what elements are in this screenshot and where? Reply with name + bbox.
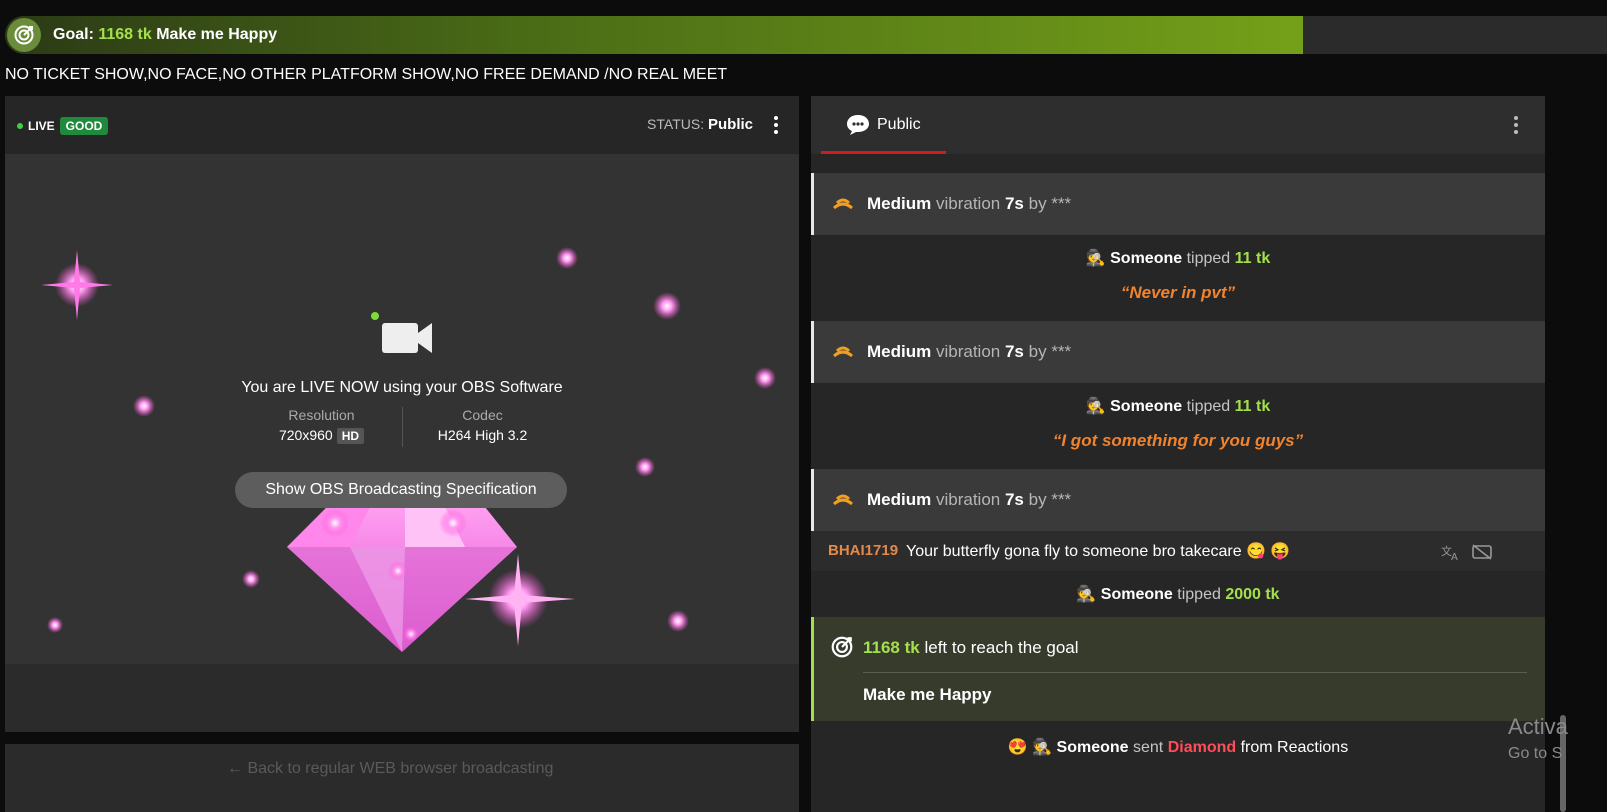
- chat-message: BHAI1719 Your butterfly gona fly to some…: [811, 531, 1545, 571]
- goal-left-title: Make me Happy: [863, 685, 992, 704]
- chat-header: Public: [811, 96, 1545, 154]
- resolution-value: 720x960: [278, 427, 333, 443]
- back-to-web-link[interactable]: ← Back to regular WEB browser broadcasti…: [227, 760, 553, 778]
- vibration-event: Medium vibration 7s by ***: [811, 173, 1545, 235]
- tip-quote: “Never in pvt”: [1120, 283, 1236, 302]
- codec-value: H264 High 3.2: [437, 427, 528, 443]
- target-icon: [7, 18, 41, 52]
- message-username[interactable]: BHAI1719: [828, 542, 898, 559]
- back-bar: ← Back to regular WEB browser broadcasti…: [5, 744, 799, 812]
- status-label: STATUS:: [647, 116, 705, 132]
- svg-text:A: A: [1451, 552, 1458, 561]
- camera-icon: [368, 309, 438, 364]
- hide-message-icon[interactable]: [1471, 543, 1493, 561]
- heart-eyes-emoji-icon: 😍: [1007, 739, 1028, 756]
- tab-public-label: Public: [877, 116, 921, 133]
- stage-footer: [5, 664, 799, 732]
- vibration-event: Medium vibration 7s by ***: [811, 469, 1545, 531]
- goal-title: Make me Happy: [156, 26, 278, 43]
- tip-quote: “I got something for you guys”: [1052, 431, 1304, 450]
- spy-icon: 🕵: [1032, 739, 1053, 756]
- back-link-label: Back to regular WEB browser broadcasting: [247, 760, 554, 777]
- video-stage: You are LIVE NOW using your OBS Software…: [5, 154, 799, 664]
- broadcast-header: LIVE GOOD STATUS: Public: [5, 96, 799, 154]
- live-message: You are LIVE NOW using your OBS Software: [241, 379, 563, 396]
- quality-badge: GOOD: [59, 117, 109, 135]
- chat-panel: Public Medium vibration 7s by *** 🕵 Some…: [811, 96, 1545, 812]
- room-notice: NO TICKET SHOW,NO FACE,NO OTHER PLATFORM…: [5, 66, 728, 83]
- resolution-label: Resolution: [288, 407, 355, 423]
- stream-status: STATUS: Public: [647, 116, 753, 133]
- codec-label: Codec: [462, 407, 503, 423]
- chat-bubble-icon: [847, 115, 869, 135]
- tab-public[interactable]: Public: [821, 96, 946, 154]
- vibration-wave-icon: [833, 346, 853, 358]
- broadcast-panel: LIVE GOOD STATUS: Public You are LIVE NO…: [5, 96, 799, 732]
- chat-menu-icon[interactable]: [1513, 115, 1519, 135]
- goal-status-event: 1168 tk left to reach the goal Make me H…: [811, 617, 1545, 721]
- goal-amount: 1168 tk: [98, 26, 152, 43]
- goal-label: Goal:: [53, 26, 94, 43]
- vibration-wave-icon: [833, 198, 853, 210]
- hd-badge: HD: [336, 428, 365, 444]
- codec-spec: Codec H264 High 3.2: [403, 407, 563, 447]
- broadcast-menu-icon[interactable]: [773, 116, 779, 134]
- reaction-event: 😍 🕵 Someone sent Diamond from Reactions: [811, 721, 1545, 777]
- tip-event: 🕵 Someone tipped 2000 tk: [811, 571, 1545, 617]
- spy-icon: 🕵: [1076, 586, 1097, 603]
- goal-left-text: left to reach the goal: [924, 638, 1079, 657]
- tab-active-underline: [821, 151, 946, 154]
- target-icon: [831, 636, 853, 658]
- activation-watermark: Activa: [1508, 714, 1568, 739]
- live-indicator: LIVE GOOD: [17, 117, 109, 135]
- activation-watermark-sub: Go to S: [1508, 745, 1563, 762]
- reaction-item: Diamond: [1167, 739, 1237, 756]
- live-label: LIVE: [28, 119, 55, 133]
- vibration-wave-icon: [833, 494, 853, 506]
- spy-icon: 🕵: [1085, 398, 1106, 415]
- goal-text: Goal: 1168 tk Make me Happy: [53, 26, 277, 44]
- translate-icon[interactable]: 文A: [1441, 543, 1461, 561]
- tip-event: 🕵 Someone tipped 11 tk “Never in pvt”: [811, 235, 1545, 321]
- stream-specs: Resolution 720x960 HD Codec H264 High 3.2: [5, 407, 799, 447]
- goal-progress-bar: Goal: 1168 tk Make me Happy: [5, 16, 1607, 54]
- message-text: Your butterfly gona fly to someone bro t…: [906, 543, 1291, 560]
- status-value: Public: [707, 116, 753, 133]
- spy-icon: 🕵: [1085, 250, 1106, 267]
- tip-event: 🕵 Someone tipped 11 tk “I got something …: [811, 383, 1545, 469]
- resolution-spec: Resolution 720x960 HD: [242, 407, 402, 447]
- obs-spec-button[interactable]: Show OBS Broadcasting Specification: [235, 472, 567, 508]
- live-dot-icon: [17, 123, 23, 129]
- goal-left-amount: 1168 tk: [863, 638, 920, 657]
- vibration-event: Medium vibration 7s by ***: [811, 321, 1545, 383]
- goal-divider: [863, 672, 1527, 673]
- arrow-left-icon: ←: [227, 760, 243, 777]
